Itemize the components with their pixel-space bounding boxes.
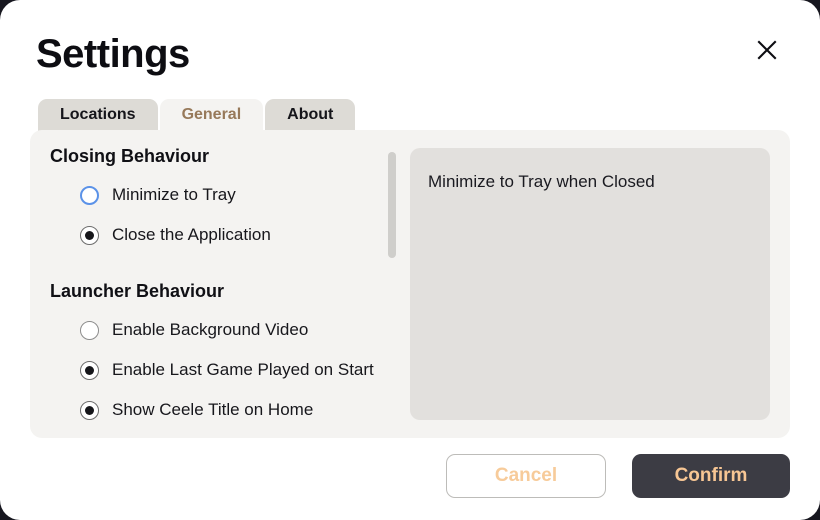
option-minimize-to-tray[interactable]: Minimize to Tray xyxy=(50,175,400,215)
tab-about-label: About xyxy=(287,106,334,123)
tab-general-label: General xyxy=(181,106,242,123)
option-description-text: Minimize to Tray when Closed xyxy=(428,172,655,191)
radio-icon-checked[interactable] xyxy=(80,360,99,380)
option-label-enable-last-game-played-on-start: Enable Last Game Played on Start xyxy=(112,360,374,379)
page-title: Settings xyxy=(36,32,190,76)
option-enable-last-game-played-on-start[interactable]: Enable Last Game Played on Start xyxy=(50,350,400,390)
scrollbar-thumb[interactable] xyxy=(388,152,396,258)
cancel-button[interactable]: Cancel xyxy=(446,454,606,498)
tab-about[interactable]: About xyxy=(265,99,356,131)
option-close-the-application[interactable]: Close the Application xyxy=(50,215,400,255)
radio-icon-checked[interactable] xyxy=(80,400,99,420)
option-label-close-the-application: Close the Application xyxy=(112,225,271,244)
group-title-closing-behaviour: Closing Behaviour xyxy=(50,146,210,166)
dialog-footer: Cancel Confirm xyxy=(0,452,820,500)
confirm-button[interactable]: Confirm xyxy=(632,454,790,498)
radio-icon-unchecked[interactable] xyxy=(80,320,99,340)
cancel-button-label: Cancel xyxy=(494,465,558,486)
radio-icon-unchecked-focused[interactable] xyxy=(80,185,99,205)
confirm-button-label: Confirm xyxy=(674,465,748,486)
option-enable-background-video[interactable]: Enable Background Video xyxy=(50,310,400,350)
close-button[interactable] xyxy=(750,33,784,67)
radio-icon-checked[interactable] xyxy=(80,225,99,245)
close-icon xyxy=(755,38,779,62)
option-label-minimize-to-tray: Minimize to Tray xyxy=(112,185,236,204)
option-show-ceele-title-on-home[interactable]: Show Ceele Title on Home xyxy=(50,390,400,422)
settings-content-panel: Closing Behaviour Minimize to Tray Close… xyxy=(30,130,790,438)
tab-locations[interactable]: Locations xyxy=(38,99,158,131)
settings-window: Settings Locations General About Closing… xyxy=(0,0,820,520)
tab-bar: Locations General About xyxy=(38,99,356,131)
title-bar: Settings xyxy=(0,0,820,95)
tab-general[interactable]: General xyxy=(159,99,264,131)
option-description-panel: Minimize to Tray when Closed xyxy=(410,148,770,420)
group-title-launcher-behaviour: Launcher Behaviour xyxy=(50,281,225,301)
tab-locations-label: Locations xyxy=(60,106,136,123)
option-label-show-ceele-title-on-home: Show Ceele Title on Home xyxy=(112,400,314,419)
options-scroll-area[interactable]: Closing Behaviour Minimize to Tray Close… xyxy=(50,146,400,422)
option-label-enable-background-video: Enable Background Video xyxy=(112,320,309,339)
vertical-scrollbar[interactable] xyxy=(388,150,396,420)
